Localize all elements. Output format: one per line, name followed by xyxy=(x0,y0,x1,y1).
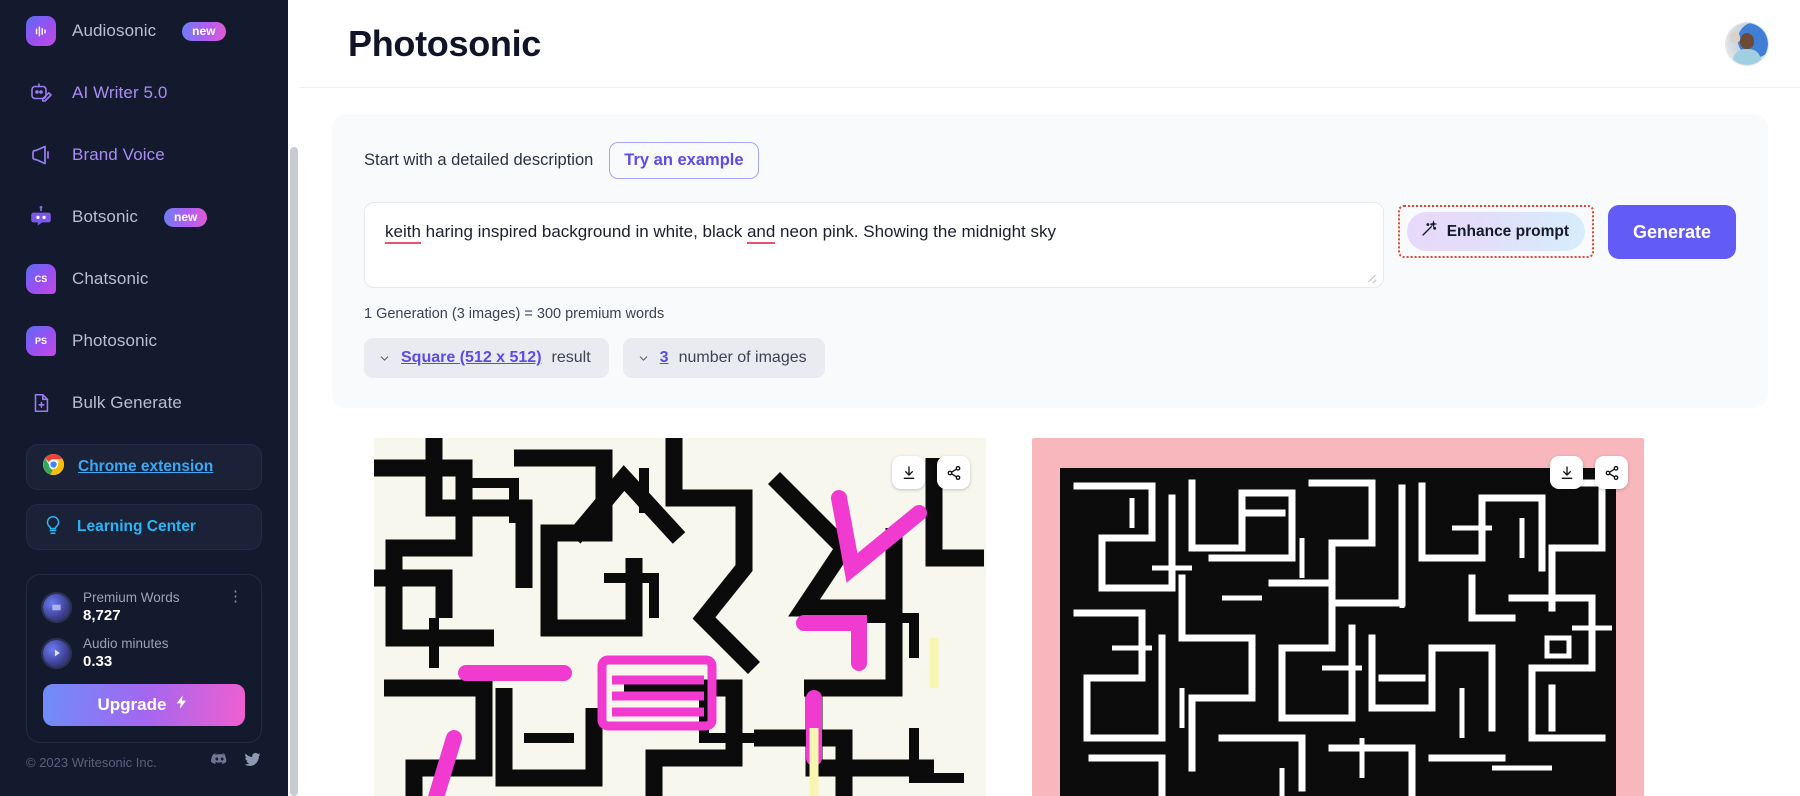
avatar-head xyxy=(1740,32,1754,49)
credits-panel: Premium Words 8,727 ⋮ Audio minutes 0.33… xyxy=(26,574,262,743)
page-title: Photosonic xyxy=(348,22,541,64)
prompt-input[interactable]: keith haring inspired background in whit… xyxy=(364,202,1384,288)
app-root: Audiosonic new AI Writer 5.0 Brand Voice… xyxy=(0,0,1800,796)
chevron-down-icon xyxy=(637,352,650,365)
try-an-example-button[interactable]: Try an example xyxy=(609,142,759,179)
option-suffix: number of images xyxy=(678,349,807,366)
prompt-row: keith haring inspired background in whit… xyxy=(364,202,1736,288)
prompt-panel-wrapper: Start with a detailed description Try an… xyxy=(300,88,1800,408)
generated-image-1[interactable] xyxy=(374,438,986,796)
enhance-prompt-label: Enhance prompt xyxy=(1446,222,1569,240)
sidebar-item-label: Learning Center xyxy=(77,518,196,535)
share-icon[interactable] xyxy=(1595,456,1628,489)
credit-row-audio-minutes: Audio minutes 0.33 xyxy=(43,635,245,672)
download-icon[interactable] xyxy=(1550,456,1583,489)
sidebar-scrollbar-thumb[interactable] xyxy=(290,147,298,796)
generate-button[interactable]: Generate xyxy=(1608,205,1736,259)
sidebar-scrollbar-track[interactable] xyxy=(288,0,300,796)
sidebar-item-bulk-generate[interactable]: Bulk Generate xyxy=(0,372,288,434)
ai-writer-icon xyxy=(26,78,56,108)
discord-icon[interactable] xyxy=(210,750,229,774)
document-plus-icon xyxy=(26,388,56,418)
social-links xyxy=(210,750,262,774)
credit-label: Audio minutes xyxy=(83,635,169,651)
sidebar-item-ai-writer[interactable]: AI Writer 5.0 xyxy=(0,62,288,124)
copyright-text: © 2023 Writesonic Inc. xyxy=(26,754,157,770)
sidebar-item-label: Chatsonic xyxy=(72,269,149,288)
sidebar-footer: © 2023 Writesonic Inc. xyxy=(0,750,288,796)
image-actions-2 xyxy=(1550,456,1628,489)
user-avatar[interactable] xyxy=(1726,22,1768,65)
option-number-of-images[interactable]: 3 number of images xyxy=(622,338,825,378)
upgrade-button[interactable]: Upgrade xyxy=(43,683,245,726)
prompt-text: keith haring inspired background in whit… xyxy=(385,219,1363,245)
lightbulb-icon xyxy=(42,514,64,541)
badge-new: new xyxy=(182,21,226,41)
magic-wand-icon xyxy=(1420,220,1438,243)
sidebar-item-botsonic[interactable]: Botsonic new xyxy=(0,186,288,248)
sidebar-item-label: Audiosonic xyxy=(72,21,157,40)
credit-value: 0.33 xyxy=(83,652,113,670)
chatsonic-icon: CS xyxy=(26,264,56,294)
badge-new: new xyxy=(164,207,208,227)
twitter-icon[interactable] xyxy=(243,750,262,774)
download-icon[interactable] xyxy=(892,456,925,489)
sidebar-item-label: Photosonic xyxy=(72,331,158,350)
main-content: Photosonic Start with a detailed descrip… xyxy=(300,0,1800,796)
prompt-hint-text: Start with a detailed description xyxy=(364,151,594,169)
image-actions-1 xyxy=(892,456,970,489)
share-icon[interactable] xyxy=(937,456,970,489)
sidebar-item-label: Chrome extension xyxy=(78,458,214,475)
audio-wave-icon xyxy=(26,16,56,46)
results-grid xyxy=(300,408,1800,796)
option-result-size[interactable]: Square (512 x 512) result xyxy=(364,338,609,378)
enhance-prompt-button[interactable]: Enhance prompt xyxy=(1406,212,1585,251)
sidebar-item-chrome-extension[interactable]: Chrome extension xyxy=(26,444,262,490)
generation-cost-note: 1 Generation (3 images) = 300 premium wo… xyxy=(364,306,665,322)
lightning-bolt-icon xyxy=(174,694,190,715)
sidebar-item-label: AI Writer 5.0 xyxy=(72,83,168,102)
generated-artwork-1 xyxy=(374,438,986,796)
page-header: Photosonic xyxy=(300,0,1800,88)
credit-value: 8,727 xyxy=(83,607,121,624)
photosonic-icon: PS xyxy=(26,326,56,356)
kebab-menu-icon[interactable]: ⋮ xyxy=(228,589,243,604)
premium-words-icon xyxy=(43,593,70,621)
sidebar-nav: Audiosonic new AI Writer 5.0 Brand Voice… xyxy=(0,0,288,438)
prompt-panel: Start with a detailed description Try an… xyxy=(332,114,1768,408)
sidebar-item-chatsonic[interactable]: CS Chatsonic xyxy=(0,248,288,310)
chevron-down-icon xyxy=(378,352,391,365)
sidebar-item-audiosonic[interactable]: Audiosonic new xyxy=(0,0,288,62)
enhance-prompt-highlight: Enhance prompt xyxy=(1397,205,1594,258)
sidebar: Audiosonic new AI Writer 5.0 Brand Voice… xyxy=(0,0,288,796)
prompt-panel-header: Start with a detailed description Try an… xyxy=(364,142,1736,179)
upgrade-label: Upgrade xyxy=(97,694,167,714)
audio-minutes-icon xyxy=(43,639,70,667)
bot-icon xyxy=(26,202,56,232)
sidebar-item-label: Botsonic xyxy=(72,207,139,226)
megaphone-icon xyxy=(26,140,56,170)
credit-row-premium-words: Premium Words 8,727 ⋮ xyxy=(43,589,245,626)
generated-image-2[interactable] xyxy=(1032,438,1644,796)
option-value: Square (512 x 512) xyxy=(401,349,542,366)
resize-grip-icon[interactable] xyxy=(1367,272,1377,282)
sidebar-item-label: Brand Voice xyxy=(72,145,165,164)
option-value: 3 xyxy=(659,349,669,366)
sidebar-item-label: Bulk Generate xyxy=(72,393,182,412)
generation-options: Square (512 x 512) result 3 number of im… xyxy=(364,338,1736,378)
credit-label: Premium Words xyxy=(83,590,180,605)
sidebar-item-brand-voice[interactable]: Brand Voice xyxy=(0,124,288,186)
chrome-icon xyxy=(42,453,65,481)
sidebar-item-photosonic[interactable]: PS Photosonic xyxy=(0,310,288,372)
sidebar-item-learning-center[interactable]: Learning Center xyxy=(26,504,262,550)
avatar-body xyxy=(1733,48,1761,65)
option-suffix: result xyxy=(551,349,591,366)
generated-artwork-2 xyxy=(1032,438,1644,796)
